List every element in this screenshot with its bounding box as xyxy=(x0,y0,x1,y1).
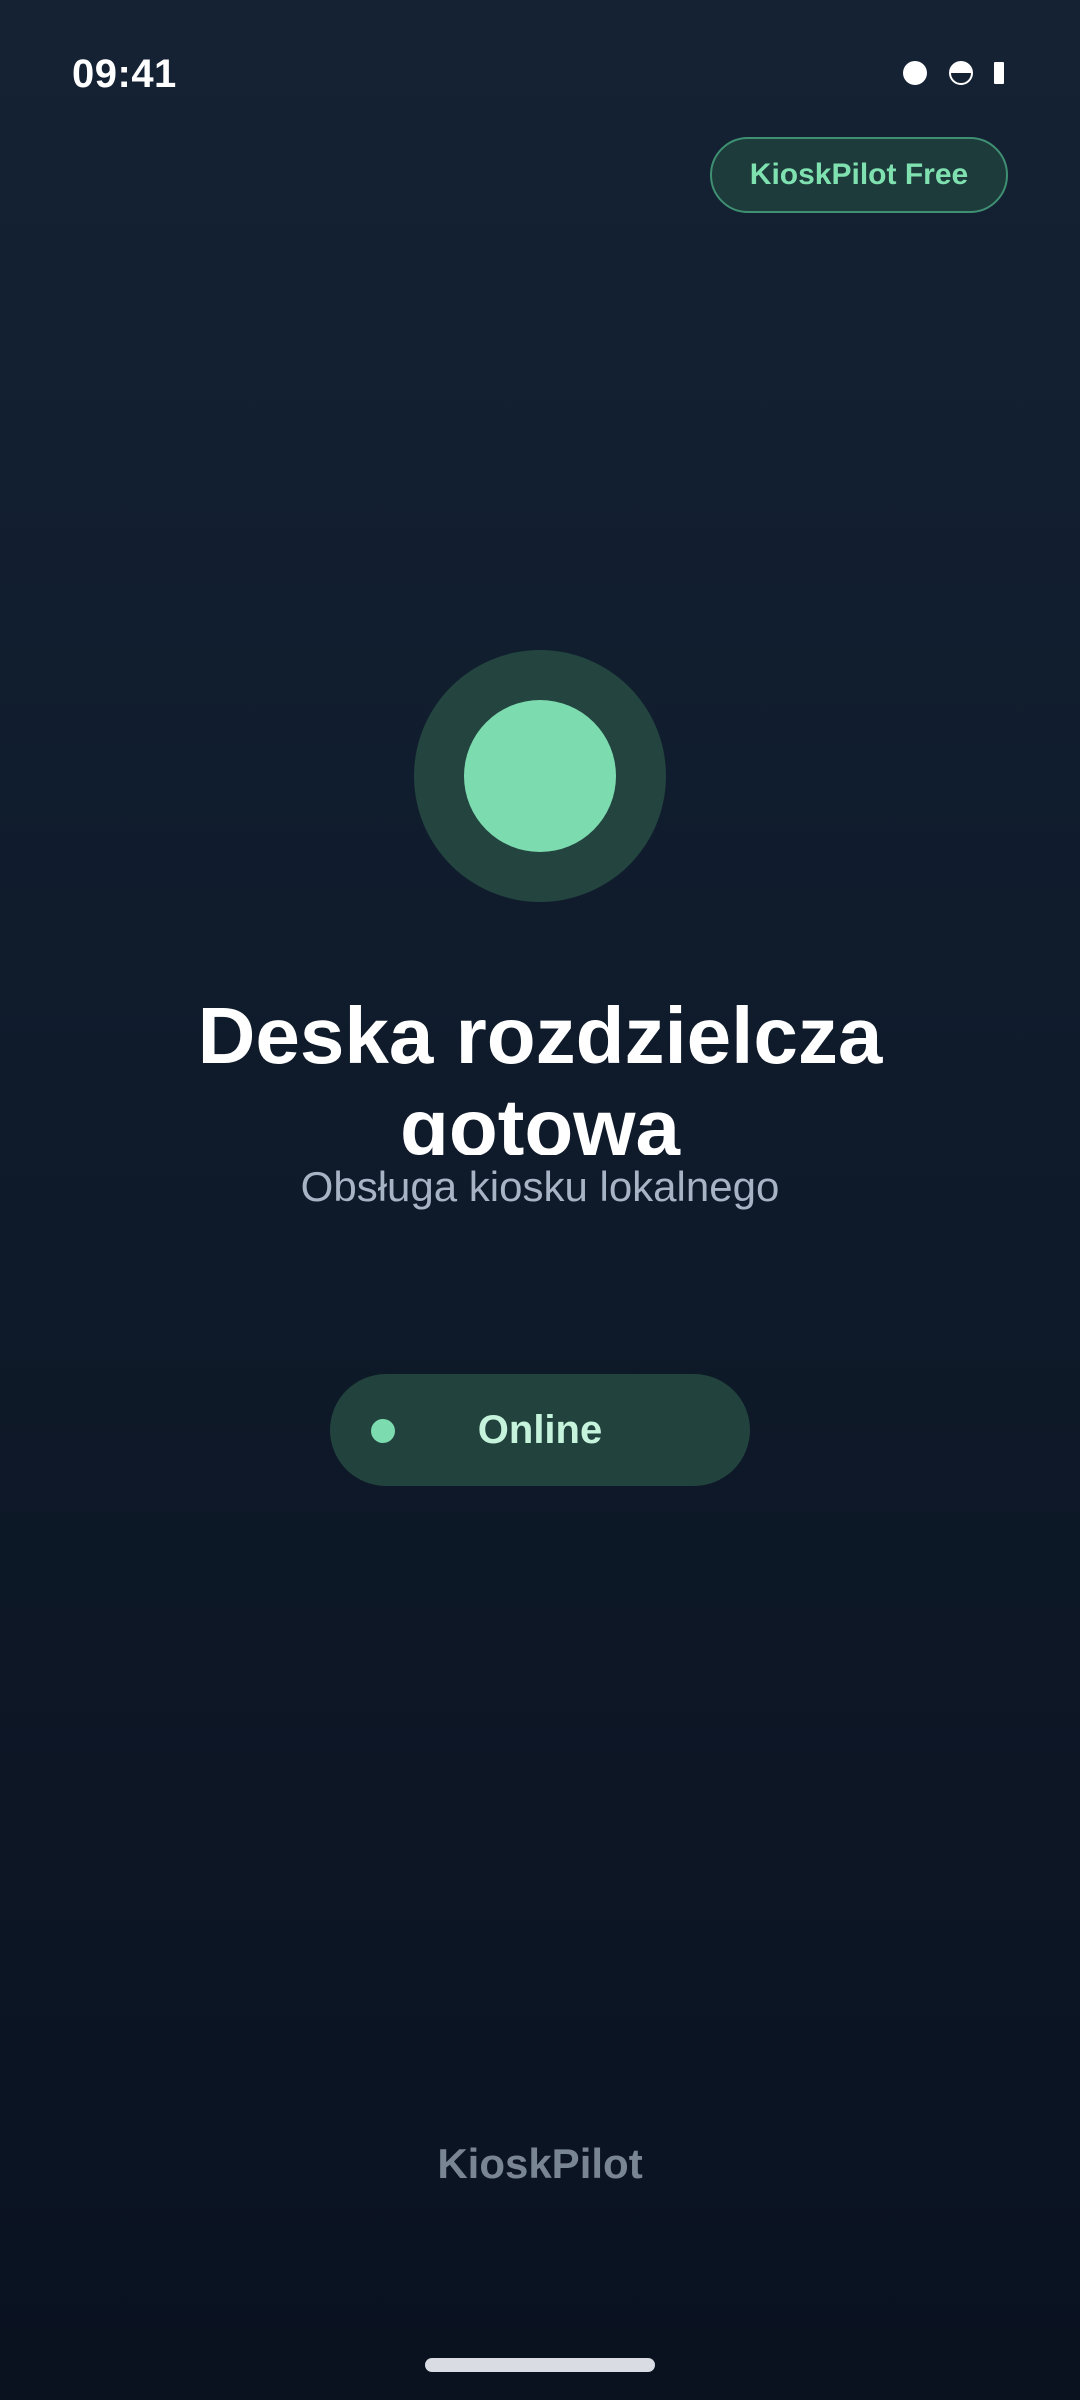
connection-status-label: Online xyxy=(477,1408,603,1452)
footer-brand: KioskPilot xyxy=(437,2140,643,2187)
home-indicator[interactable] xyxy=(425,2358,655,2372)
status-bar: 09:41 xyxy=(0,0,1080,150)
status-time: 09:41 xyxy=(72,52,177,96)
page-subtitle: Obsługa kiosku lokalnego xyxy=(300,1163,780,1210)
battery-bar-icon xyxy=(994,62,1004,84)
plan-badge[interactable]: KioskPilot Free xyxy=(710,137,1008,213)
status-orb-core xyxy=(464,700,616,852)
title-container: Deska rozdzielcza gotowa xyxy=(0,990,1080,1155)
page-title: Deska rozdzielcza gotowa xyxy=(197,991,883,1155)
status-orb-icon xyxy=(414,650,666,902)
connection-status-pill[interactable]: Online xyxy=(330,1374,750,1486)
status-icons xyxy=(902,60,1004,86)
circle-filled-icon xyxy=(902,60,928,86)
circle-half-icon xyxy=(948,60,974,86)
